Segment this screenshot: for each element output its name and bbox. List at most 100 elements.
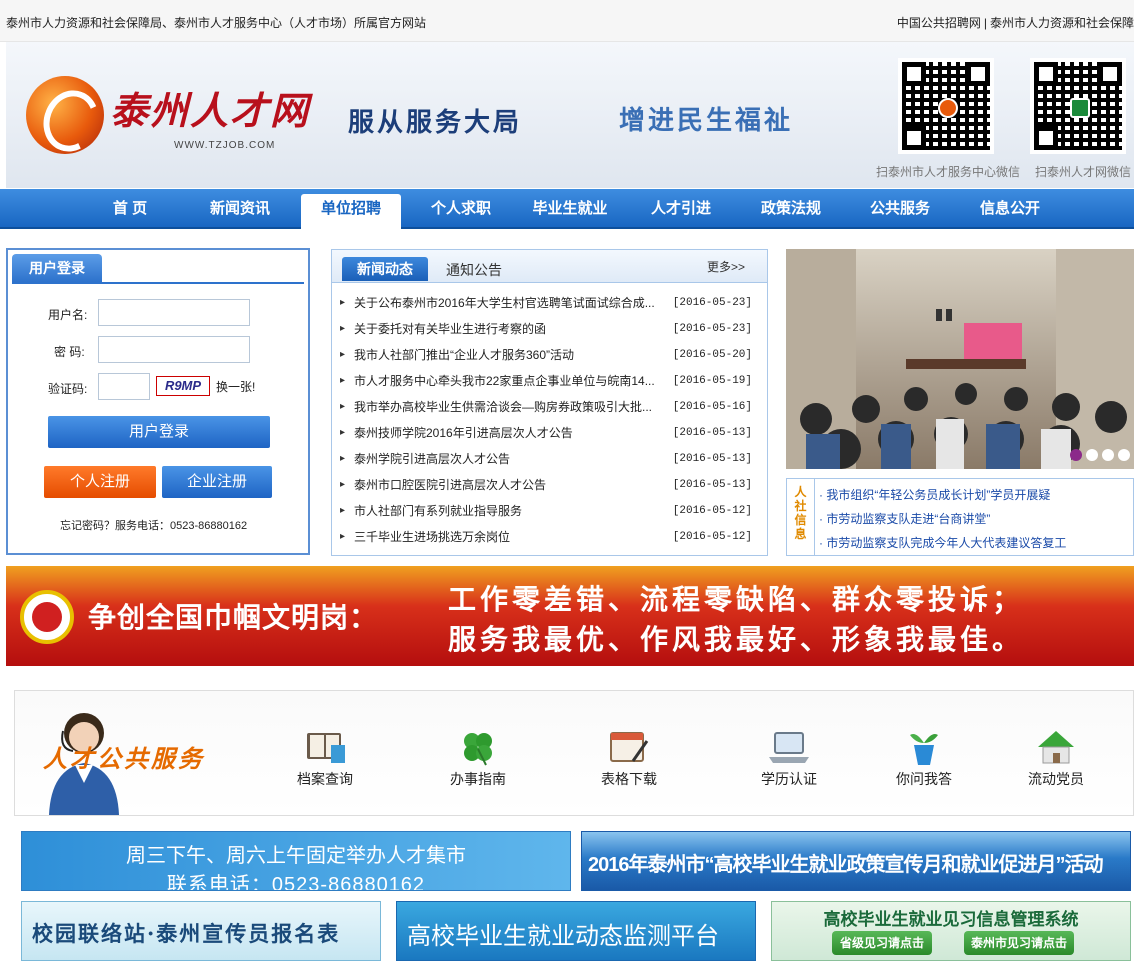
- women-civilization-banner[interactable]: 争创全国巾帼文明岗： 工作零差错、流程零缺陷、群众零投诉； 服务我最优、作风我最…: [6, 566, 1134, 666]
- slide-dot-active[interactable]: [1070, 449, 1082, 461]
- employment-monitoring-banner[interactable]: 高校毕业生就业动态监测平台: [396, 901, 756, 961]
- slide-dot[interactable]: [1102, 449, 1114, 461]
- captcha-image[interactable]: R9MP: [156, 376, 210, 396]
- captcha-input[interactable]: [98, 373, 150, 400]
- hr-info-item[interactable]: · 市劳动监察支队走进“台商讲堂”: [819, 507, 1066, 531]
- news-item[interactable]: 市人社部门有系列就业指导服务[2016-05-12]: [340, 498, 760, 524]
- hr-info-item[interactable]: · 我市组织“年轻公务员成长计划”学员开展疑: [819, 483, 1066, 507]
- hr-info-ticker: 人社信息 · 我市组织“年轻公务员成长计划”学员开展疑 · 市劳动监察支队走进“…: [786, 478, 1134, 556]
- talent-market-schedule: 周三下午、周六上午固定举办人才集市: [126, 845, 466, 867]
- service-mobile-party-members[interactable]: 流动党员: [1006, 727, 1106, 789]
- service-guide[interactable]: 办事指南: [428, 727, 528, 789]
- public-service-title: 人才公共服务: [43, 744, 205, 773]
- username-label: 用户名:: [48, 308, 88, 322]
- news-item[interactable]: 三千毕业生进场挑选万余岗位[2016-05-12]: [340, 524, 760, 550]
- internship-system-banner[interactable]: 高校毕业生就业见习信息管理系统 省级见习请点击 泰州市见习请点击: [771, 901, 1131, 961]
- news-item[interactable]: 我市人社部门推出“企业人才服务360”活动[2016-05-20]: [340, 342, 760, 368]
- news-item[interactable]: 关于公布泰州市2016年大学生村官选聘笔试面试综合成...[2016-05-23…: [340, 290, 760, 316]
- service-form-download[interactable]: 表格下载: [579, 727, 679, 789]
- nav-talent-introduction[interactable]: 人才引进: [631, 189, 731, 229]
- qr-caption-site: 扫泰州人才网微信: [1035, 165, 1132, 179]
- graduate-employment-campaign-banner[interactable]: 2016年泰州市“高校毕业生就业政策宣传月和就业促进月”活动: [581, 831, 1131, 891]
- service-qa[interactable]: 你问我答: [874, 727, 974, 789]
- book-icon: [307, 733, 345, 763]
- news-list: 关于公布泰州市2016年大学生村官选聘笔试面试综合成...[2016-05-23…: [340, 290, 760, 550]
- login-title: 用户登录: [12, 254, 102, 282]
- password-label: 密 码:: [54, 345, 85, 359]
- wechat-qr-code-center: [898, 58, 994, 154]
- slide-dot[interactable]: [1086, 449, 1098, 461]
- qr-caption-center: 扫泰州市人才服务中心微信: [876, 165, 1021, 179]
- womens-federation-emblem-icon: [20, 590, 74, 644]
- link-taizhou-hrss[interactable]: 泰州市人力资源和社会保障: [990, 16, 1134, 30]
- main-nav: 首 页 新闻资讯 单位招聘 个人求职 毕业生就业 人才引进 政策法规 公共服务 …: [0, 189, 1134, 229]
- header-banner: 泰州人才网 WWW.TZJOB.COM 服从服务大局 增进民生福祉 扫泰州市人才…: [6, 42, 1134, 188]
- password-input[interactable]: [98, 336, 250, 363]
- site-logo-url: WWW.TZJOB.COM: [174, 140, 276, 151]
- news-item[interactable]: 关于委托对有关毕业生进行考察的函[2016-05-23]: [340, 316, 760, 342]
- wechat-qr-code-site: [1030, 58, 1126, 154]
- calendar-pen-icon: [610, 732, 649, 762]
- provincial-internship-button[interactable]: 省级见习请点击: [832, 931, 932, 955]
- campaign-title: 2016年泰州市“高校毕业生就业政策宣传月和就业促进月”活动: [588, 854, 1103, 876]
- slogan-2: 增进民生福祉: [619, 106, 794, 136]
- personal-register-button[interactable]: 个人注册: [44, 466, 156, 498]
- slogan-1: 服从服务大局: [348, 108, 523, 138]
- banner-slogan-lead: 争创全国巾帼文明岗：: [88, 601, 379, 634]
- taizhou-internship-button[interactable]: 泰州市见习请点击: [964, 931, 1074, 955]
- banner-slogan-line2: 服务我最优、作风我最好、形象我最佳。: [448, 623, 1025, 656]
- forgot-password-service-phone[interactable]: 忘记密码？服务电话：0523-86880162: [60, 517, 247, 533]
- slide-dot[interactable]: [1118, 449, 1130, 461]
- hr-info-list: · 我市组织“年轻公务员成长计划”学员开展疑 · 市劳动监察支队走进“台商讲堂”…: [819, 483, 1066, 555]
- site-description: 泰州市人力资源和社会保障局、泰州市人才服务中心（人才市场）所属官方网站: [6, 16, 427, 30]
- news-item[interactable]: 泰州学院引进高层次人才公告[2016-05-13]: [340, 446, 760, 472]
- service-degree-verification[interactable]: 学历认证: [739, 727, 839, 789]
- laptop-icon: [769, 732, 809, 763]
- tab-news-updates[interactable]: 新闻动态: [342, 257, 428, 281]
- talent-market-banner[interactable]: 周三下午、周六上午固定举办人才集市 联系电话：0523-86880162: [21, 831, 571, 891]
- nav-policy[interactable]: 政策法规: [741, 189, 841, 229]
- logo-emblem-icon[interactable]: [26, 76, 104, 154]
- photo-slideshow[interactable]: [786, 249, 1134, 469]
- news-item[interactable]: 泰州技师学院2016年引进高层次人才公告[2016-05-13]: [340, 420, 760, 446]
- site-logo-text[interactable]: 泰州人才网: [110, 80, 310, 135]
- more-link[interactable]: 更多>>: [707, 258, 745, 275]
- service-archive-query[interactable]: 档案查询: [275, 727, 375, 789]
- news-item[interactable]: 市人才服务中心牵头我市22家重点企事业单位与皖南14...[2016-05-19…: [340, 368, 760, 394]
- nav-news[interactable]: 新闻资讯: [190, 189, 290, 229]
- hr-info-item[interactable]: · 市劳动监察支队完成今年人大代表建议答复工: [819, 531, 1066, 555]
- internship-system-title: 高校毕业生就业见习信息管理系统: [823, 910, 1079, 929]
- news-panel: 新闻动态 通知公告 更多>> 关于公布泰州市2016年大学生村官选聘笔试面试综合…: [331, 249, 768, 556]
- username-input[interactable]: [98, 299, 250, 326]
- hr-info-label: 人社信息: [787, 479, 815, 555]
- talent-market-phone: 联系电话：0523-86880162: [166, 874, 426, 891]
- campus-liaison-banner[interactable]: 校园联络站·泰州宣传员报名表: [21, 901, 381, 961]
- plant-pot-icon: [910, 734, 938, 765]
- news-tabs: 新闻动态 通知公告 更多>>: [332, 250, 767, 283]
- top-bar: 泰州市人力资源和社会保障局、泰州市人才服务中心（人才市场）所属官方网站 中国公共…: [0, 0, 1134, 42]
- captcha-refresh-link[interactable]: 换一张!: [216, 378, 255, 395]
- nav-public-service[interactable]: 公共服务: [850, 189, 950, 229]
- captcha-label: 验证码:: [48, 382, 88, 396]
- top-links: 中国公共招聘网 | 泰州市人力资源和社会保障: [896, 16, 1134, 30]
- employment-monitoring-title: 高校毕业生就业动态监测平台: [407, 923, 719, 950]
- nav-company-recruitment[interactable]: 单位招聘: [301, 194, 401, 229]
- nav-home[interactable]: 首 页: [80, 189, 180, 229]
- company-register-button[interactable]: 企业注册: [162, 466, 272, 498]
- tab-notices[interactable]: 通知公告: [446, 260, 502, 280]
- nav-info-disclosure[interactable]: 信息公开: [960, 189, 1060, 229]
- public-service-section: 人才公共服务 档案查询 办事指南 表格下载 学历认证 你问我答 流动党员: [14, 690, 1134, 816]
- meeting-photo: [786, 249, 1134, 469]
- clover-icon: [464, 733, 492, 766]
- house-icon: [1038, 731, 1074, 764]
- link-china-public-recruitment[interactable]: 中国公共招聘网: [897, 16, 981, 30]
- news-item[interactable]: 我市举办高校毕业生供需洽谈会—购房券政策吸引大批...[2016-05-16]: [340, 394, 760, 420]
- login-button[interactable]: 用户登录: [48, 416, 270, 448]
- nav-graduate-employment[interactable]: 毕业生就业: [520, 189, 620, 229]
- news-item[interactable]: 泰州市口腔医院引进高层次人才公告[2016-05-13]: [340, 472, 760, 498]
- login-panel: 用户登录 用户名: 密 码: 验证码: R9MP 换一张! 用户登录 个人注册 …: [6, 248, 310, 555]
- nav-job-seeking[interactable]: 个人求职: [411, 189, 511, 229]
- campus-liaison-title: 校园联络站·泰州宣传员报名表: [32, 921, 341, 946]
- banner-slogan-line1: 工作零差错、流程零缺陷、群众零投诉；: [448, 583, 1025, 616]
- login-title-underline: [12, 282, 304, 284]
